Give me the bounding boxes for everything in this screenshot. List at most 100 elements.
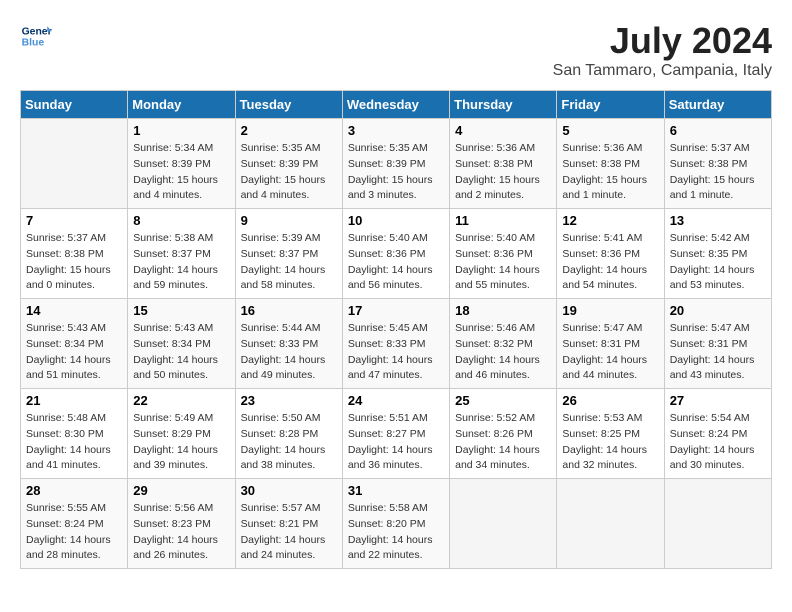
calendar-cell: 15Sunrise: 5:43 AM Sunset: 8:34 PM Dayli… xyxy=(128,299,235,389)
calendar-cell: 9 Sunrise: 5:39 AM Sunset: 8:37 PM Daylig… xyxy=(235,209,342,299)
weekday-header-monday: Monday xyxy=(128,91,235,119)
weekday-header-sunday: Sunday xyxy=(21,91,128,119)
calendar-cell xyxy=(664,479,771,569)
month-year: July 2024 xyxy=(553,20,772,62)
calendar-cell: 27Sunrise: 5:54 AM Sunset: 8:24 PM Dayli… xyxy=(664,389,771,479)
day-info: Sunrise: 5:34 AM Sunset: 8:39 PM Dayligh… xyxy=(133,141,229,204)
day-info: Sunrise: 5:52 AM Sunset: 8:26 PM Dayligh… xyxy=(455,411,551,474)
calendar-cell: 3 Sunrise: 5:35 AM Sunset: 8:39 PM Daylig… xyxy=(342,119,449,209)
day-number: 10 xyxy=(348,213,444,228)
calendar-cell: 31 Sunrise: 5:58 AM Sunset: 8:20 PM Dayli… xyxy=(342,479,449,569)
day-info: Sunrise: 5:43 AM Sunset: 8:34 PM Dayligh… xyxy=(26,321,122,384)
calendar-cell: 20 Sunrise: 5:47 AM Sunset: 8:31 PM Dayli… xyxy=(664,299,771,389)
calendar-cell: 5 Sunrise: 5:36 AM Sunset: 8:38 PM Daylig… xyxy=(557,119,664,209)
day-info: Sunrise: 5:42 AM Sunset: 8:35 PM Dayligh… xyxy=(670,231,766,294)
day-number: 12 xyxy=(562,213,658,228)
day-info: Sunrise: 5:35 AM Sunset: 8:39 PM Dayligh… xyxy=(241,141,337,204)
day-info: Sunrise: 5:36 AM Sunset: 8:38 PM Dayligh… xyxy=(455,141,551,204)
calendar-cell: 2 Sunrise: 5:35 AM Sunset: 8:39 PM Daylig… xyxy=(235,119,342,209)
calendar-cell: 10 Sunrise: 5:40 AM Sunset: 8:36 PM Dayli… xyxy=(342,209,449,299)
day-info: Sunrise: 5:40 AM Sunset: 8:36 PM Dayligh… xyxy=(348,231,444,294)
title-block: July 2024 San Tammaro, Campania, Italy xyxy=(553,20,772,80)
day-number: 24 xyxy=(348,393,444,408)
calendar-cell: 26 Sunrise: 5:53 AM Sunset: 8:25 PM Dayli… xyxy=(557,389,664,479)
day-info: Sunrise: 5:47 AM Sunset: 8:31 PM Dayligh… xyxy=(670,321,766,384)
weekday-header-friday: Friday xyxy=(557,91,664,119)
day-info: Sunrise: 5:50 AM Sunset: 8:28 PM Dayligh… xyxy=(241,411,337,474)
day-number: 7 xyxy=(26,213,122,228)
calendar-cell: 29Sunrise: 5:56 AM Sunset: 8:23 PM Dayli… xyxy=(128,479,235,569)
calendar-cell xyxy=(557,479,664,569)
calendar-cell: 19 Sunrise: 5:47 AM Sunset: 8:31 PM Dayli… xyxy=(557,299,664,389)
calendar-cell xyxy=(450,479,557,569)
day-number: 21 xyxy=(26,393,122,408)
day-number: 29 xyxy=(133,483,229,498)
day-number: 27 xyxy=(670,393,766,408)
day-number: 11 xyxy=(455,213,551,228)
day-info: Sunrise: 5:48 AM Sunset: 8:30 PM Dayligh… xyxy=(26,411,122,474)
weekday-header-saturday: Saturday xyxy=(664,91,771,119)
calendar-cell: 17 Sunrise: 5:45 AM Sunset: 8:33 PM Dayli… xyxy=(342,299,449,389)
day-number: 16 xyxy=(241,303,337,318)
calendar-cell: 30Sunrise: 5:57 AM Sunset: 8:21 PM Dayli… xyxy=(235,479,342,569)
day-info: Sunrise: 5:46 AM Sunset: 8:32 PM Dayligh… xyxy=(455,321,551,384)
calendar-cell: 6Sunrise: 5:37 AM Sunset: 8:38 PM Daylig… xyxy=(664,119,771,209)
day-number: 22 xyxy=(133,393,229,408)
day-number: 15 xyxy=(133,303,229,318)
calendar-cell: 11 Sunrise: 5:40 AM Sunset: 8:36 PM Dayli… xyxy=(450,209,557,299)
day-number: 18 xyxy=(455,303,551,318)
calendar-cell: 7 Sunrise: 5:37 AM Sunset: 8:38 PM Daylig… xyxy=(21,209,128,299)
day-info: Sunrise: 5:44 AM Sunset: 8:33 PM Dayligh… xyxy=(241,321,337,384)
day-info: Sunrise: 5:49 AM Sunset: 8:29 PM Dayligh… xyxy=(133,411,229,474)
day-number: 26 xyxy=(562,393,658,408)
day-number: 5 xyxy=(562,123,658,138)
day-info: Sunrise: 5:55 AM Sunset: 8:24 PM Dayligh… xyxy=(26,501,122,564)
logo-icon: General Blue xyxy=(20,20,52,52)
day-number: 14 xyxy=(26,303,122,318)
weekday-header-tuesday: Tuesday xyxy=(235,91,342,119)
calendar-cell: 24 Sunrise: 5:51 AM Sunset: 8:27 PM Dayli… xyxy=(342,389,449,479)
calendar-cell: 12 Sunrise: 5:41 AM Sunset: 8:36 PM Dayli… xyxy=(557,209,664,299)
day-number: 19 xyxy=(562,303,658,318)
day-number: 31 xyxy=(348,483,444,498)
day-number: 9 xyxy=(241,213,337,228)
day-number: 1 xyxy=(133,123,229,138)
week-row-2: 7 Sunrise: 5:37 AM Sunset: 8:38 PM Daylig… xyxy=(21,209,772,299)
calendar-cell: 18 Sunrise: 5:46 AM Sunset: 8:32 PM Dayli… xyxy=(450,299,557,389)
day-number: 28 xyxy=(26,483,122,498)
day-info: Sunrise: 5:36 AM Sunset: 8:38 PM Dayligh… xyxy=(562,141,658,204)
day-info: Sunrise: 5:37 AM Sunset: 8:38 PM Dayligh… xyxy=(26,231,122,294)
calendar-cell: 22 Sunrise: 5:49 AM Sunset: 8:29 PM Dayli… xyxy=(128,389,235,479)
calendar-cell: 16 Sunrise: 5:44 AM Sunset: 8:33 PM Dayli… xyxy=(235,299,342,389)
day-info: Sunrise: 5:41 AM Sunset: 8:36 PM Dayligh… xyxy=(562,231,658,294)
logo: General Blue xyxy=(20,20,52,52)
day-info: Sunrise: 5:57 AM Sunset: 8:21 PM Dayligh… xyxy=(241,501,337,564)
day-info: Sunrise: 5:35 AM Sunset: 8:39 PM Dayligh… xyxy=(348,141,444,204)
day-number: 17 xyxy=(348,303,444,318)
calendar-table: SundayMondayTuesdayWednesdayThursdayFrid… xyxy=(20,90,772,569)
week-row-5: 28 Sunrise: 5:55 AM Sunset: 8:24 PM Dayli… xyxy=(21,479,772,569)
page-header: General Blue July 2024 San Tammaro, Camp… xyxy=(20,20,772,80)
calendar-cell xyxy=(21,119,128,209)
day-info: Sunrise: 5:53 AM Sunset: 8:25 PM Dayligh… xyxy=(562,411,658,474)
day-info: Sunrise: 5:58 AM Sunset: 8:20 PM Dayligh… xyxy=(348,501,444,564)
day-number: 3 xyxy=(348,123,444,138)
day-number: 23 xyxy=(241,393,337,408)
day-number: 4 xyxy=(455,123,551,138)
week-row-4: 21 Sunrise: 5:48 AM Sunset: 8:30 PM Dayli… xyxy=(21,389,772,479)
calendar-cell: 8Sunrise: 5:38 AM Sunset: 8:37 PM Daylig… xyxy=(128,209,235,299)
day-info: Sunrise: 5:47 AM Sunset: 8:31 PM Dayligh… xyxy=(562,321,658,384)
day-info: Sunrise: 5:51 AM Sunset: 8:27 PM Dayligh… xyxy=(348,411,444,474)
day-number: 2 xyxy=(241,123,337,138)
day-info: Sunrise: 5:40 AM Sunset: 8:36 PM Dayligh… xyxy=(455,231,551,294)
week-row-3: 14 Sunrise: 5:43 AM Sunset: 8:34 PM Dayli… xyxy=(21,299,772,389)
svg-text:Blue: Blue xyxy=(22,38,45,49)
day-number: 20 xyxy=(670,303,766,318)
calendar-cell: 4 Sunrise: 5:36 AM Sunset: 8:38 PM Daylig… xyxy=(450,119,557,209)
weekday-header-row: SundayMondayTuesdayWednesdayThursdayFrid… xyxy=(21,91,772,119)
day-number: 8 xyxy=(133,213,229,228)
day-info: Sunrise: 5:45 AM Sunset: 8:33 PM Dayligh… xyxy=(348,321,444,384)
day-info: Sunrise: 5:39 AM Sunset: 8:37 PM Dayligh… xyxy=(241,231,337,294)
calendar-cell: 14 Sunrise: 5:43 AM Sunset: 8:34 PM Dayli… xyxy=(21,299,128,389)
calendar-cell: 25Sunrise: 5:52 AM Sunset: 8:26 PM Dayli… xyxy=(450,389,557,479)
